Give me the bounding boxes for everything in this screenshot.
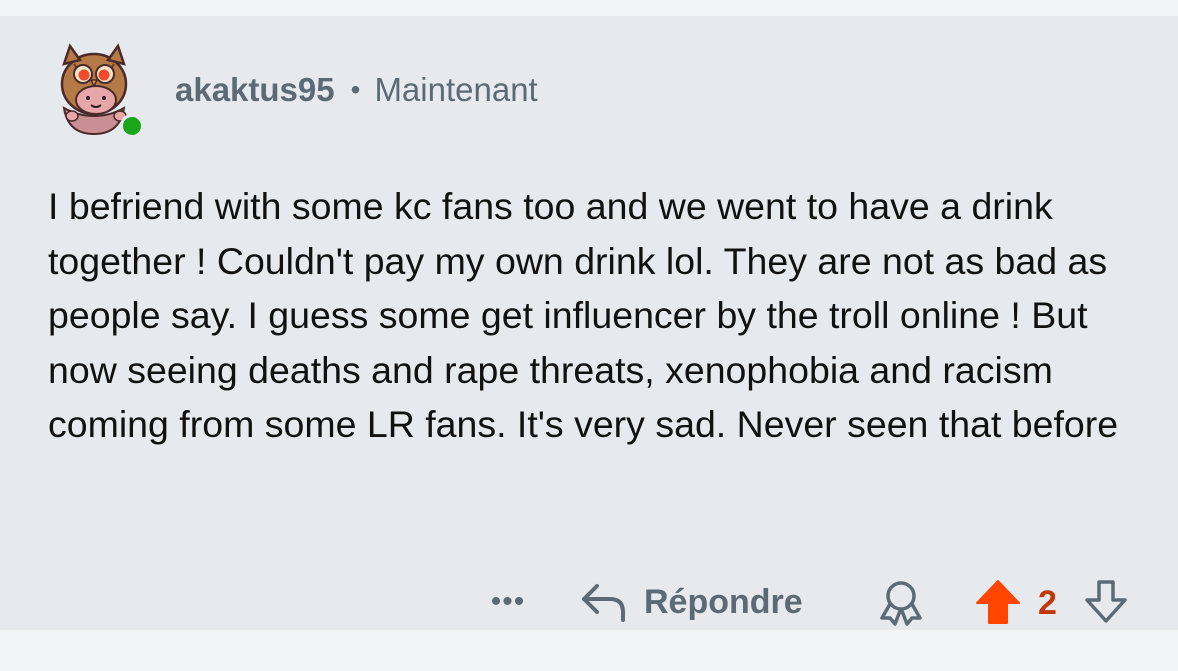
comment-action-bar: ••• Répondre 2 <box>0 572 1178 632</box>
more-options-icon: ••• <box>490 585 526 618</box>
online-status-icon <box>120 114 144 138</box>
award-ribbon-icon <box>880 581 922 626</box>
comment-timestamp: Maintenant <box>374 71 538 108</box>
reply-label: Répondre <box>644 582 803 621</box>
upvote-button[interactable] <box>974 577 1022 627</box>
downvote-arrow-icon <box>1085 580 1127 623</box>
downvote-button[interactable] <box>1082 577 1130 627</box>
award-button[interactable] <box>876 578 926 628</box>
username-link[interactable]: akaktus95 <box>175 71 335 109</box>
user-avatar[interactable] <box>50 38 144 138</box>
reply-button[interactable]: Répondre <box>580 578 803 626</box>
reply-arrow-icon <box>582 584 625 622</box>
meta-separator: • <box>350 74 361 105</box>
comment-card: akaktus95 • Maintenant I befriend with s… <box>0 16 1178 630</box>
vote-score: 2 <box>1038 584 1057 622</box>
more-options-button[interactable]: ••• <box>486 582 530 622</box>
upvote-arrow-icon <box>976 580 1020 624</box>
comment-body: I befriend with some kc fans too and we … <box>48 185 1119 445</box>
comment-meta: akaktus95 • Maintenant <box>175 70 538 110</box>
